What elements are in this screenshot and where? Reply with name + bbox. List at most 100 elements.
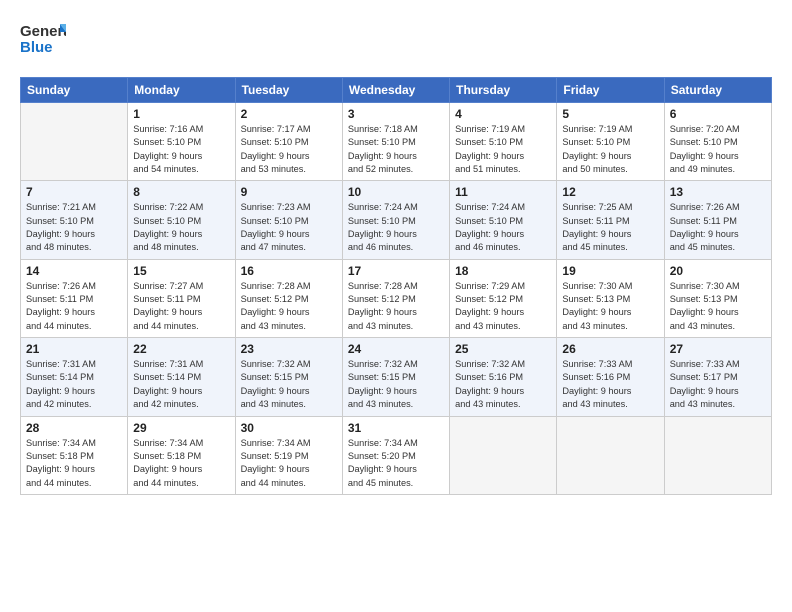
logo: General Blue bbox=[20, 18, 66, 67]
day-number: 2 bbox=[241, 107, 337, 121]
logo-icon: General Blue bbox=[20, 18, 66, 62]
day-info: Sunrise: 7:29 AMSunset: 5:12 PMDaylight:… bbox=[455, 280, 551, 333]
day-number: 14 bbox=[26, 264, 122, 278]
calendar-cell: 25Sunrise: 7:32 AMSunset: 5:16 PMDayligh… bbox=[450, 338, 557, 416]
calendar-cell: 28 Sunrise: 7:34 AMSunset: 5:18 PMDayligh… bbox=[21, 416, 128, 494]
day-info: Sunrise: 7:33 AMSunset: 5:17 PMDaylight:… bbox=[670, 358, 766, 411]
calendar-cell: 21Sunrise: 7:31 AMSunset: 5:14 PMDayligh… bbox=[21, 338, 128, 416]
day-info: Sunrise: 7:18 AMSunset: 5:10 PMDaylight:… bbox=[348, 123, 444, 176]
day-number: 28 bbox=[26, 421, 122, 435]
day-number: 3 bbox=[348, 107, 444, 121]
weekday-saturday: Saturday bbox=[664, 78, 771, 103]
calendar-cell: 31 Sunrise: 7:34 AMSunset: 5:20 PMDayligh… bbox=[342, 416, 449, 494]
day-info: Sunrise: 7:23 AMSunset: 5:10 PMDaylight:… bbox=[241, 201, 337, 254]
calendar-cell: 15 Sunrise: 7:27 AMSunset: 5:11 PMDayligh… bbox=[128, 259, 235, 337]
day-info: Sunrise: 7:30 AMSunset: 5:13 PMDaylight:… bbox=[670, 280, 766, 333]
calendar-cell: 14 Sunrise: 7:26 AMSunset: 5:11 PMDayligh… bbox=[21, 259, 128, 337]
calendar-cell: 30 Sunrise: 7:34 AMSunset: 5:19 PMDayligh… bbox=[235, 416, 342, 494]
day-info: Sunrise: 7:16 AMSunset: 5:10 PMDaylight:… bbox=[133, 123, 229, 176]
calendar-cell: 11 Sunrise: 7:24 AMSunset: 5:10 PMDayligh… bbox=[450, 181, 557, 259]
calendar-cell: 4 Sunrise: 7:19 AMSunset: 5:10 PMDaylight… bbox=[450, 103, 557, 181]
weekday-header-row: SundayMondayTuesdayWednesdayThursdayFrid… bbox=[21, 78, 772, 103]
week-row-1: 1 Sunrise: 7:16 AMSunset: 5:10 PMDaylight… bbox=[21, 103, 772, 181]
day-number: 13 bbox=[670, 185, 766, 199]
day-number: 26 bbox=[562, 342, 658, 356]
day-info: Sunrise: 7:27 AMSunset: 5:11 PMDaylight:… bbox=[133, 280, 229, 333]
calendar-cell: 16 Sunrise: 7:28 AMSunset: 5:12 PMDayligh… bbox=[235, 259, 342, 337]
day-number: 11 bbox=[455, 185, 551, 199]
day-info: Sunrise: 7:19 AMSunset: 5:10 PMDaylight:… bbox=[455, 123, 551, 176]
day-info: Sunrise: 7:34 AMSunset: 5:18 PMDaylight:… bbox=[26, 437, 122, 490]
day-number: 15 bbox=[133, 264, 229, 278]
weekday-sunday: Sunday bbox=[21, 78, 128, 103]
day-info: Sunrise: 7:26 AMSunset: 5:11 PMDaylight:… bbox=[670, 201, 766, 254]
weekday-tuesday: Tuesday bbox=[235, 78, 342, 103]
day-number: 27 bbox=[670, 342, 766, 356]
calendar-cell: 17 Sunrise: 7:28 AMSunset: 5:12 PMDayligh… bbox=[342, 259, 449, 337]
day-info: Sunrise: 7:26 AMSunset: 5:11 PMDaylight:… bbox=[26, 280, 122, 333]
day-number: 1 bbox=[133, 107, 229, 121]
weekday-monday: Monday bbox=[128, 78, 235, 103]
calendar-cell bbox=[664, 416, 771, 494]
day-number: 12 bbox=[562, 185, 658, 199]
calendar-cell: 6 Sunrise: 7:20 AMSunset: 5:10 PMDaylight… bbox=[664, 103, 771, 181]
day-info: Sunrise: 7:17 AMSunset: 5:10 PMDaylight:… bbox=[241, 123, 337, 176]
day-number: 7 bbox=[26, 185, 122, 199]
day-number: 6 bbox=[670, 107, 766, 121]
day-number: 10 bbox=[348, 185, 444, 199]
day-number: 30 bbox=[241, 421, 337, 435]
day-info: Sunrise: 7:34 AMSunset: 5:18 PMDaylight:… bbox=[133, 437, 229, 490]
calendar-cell: 27 Sunrise: 7:33 AMSunset: 5:17 PMDayligh… bbox=[664, 338, 771, 416]
calendar-cell: 9 Sunrise: 7:23 AMSunset: 5:10 PMDaylight… bbox=[235, 181, 342, 259]
day-info: Sunrise: 7:24 AMSunset: 5:10 PMDaylight:… bbox=[348, 201, 444, 254]
calendar-cell: 19Sunrise: 7:30 AMSunset: 5:13 PMDayligh… bbox=[557, 259, 664, 337]
day-info: Sunrise: 7:20 AMSunset: 5:10 PMDaylight:… bbox=[670, 123, 766, 176]
day-number: 9 bbox=[241, 185, 337, 199]
day-info: Sunrise: 7:34 AMSunset: 5:20 PMDaylight:… bbox=[348, 437, 444, 490]
day-info: Sunrise: 7:28 AMSunset: 5:12 PMDaylight:… bbox=[241, 280, 337, 333]
day-number: 16 bbox=[241, 264, 337, 278]
day-info: Sunrise: 7:33 AMSunset: 5:16 PMDaylight:… bbox=[562, 358, 658, 411]
calendar-cell: 22 Sunrise: 7:31 AMSunset: 5:14 PMDayligh… bbox=[128, 338, 235, 416]
svg-text:Blue: Blue bbox=[20, 39, 53, 56]
calendar-cell: 23Sunrise: 7:32 AMSunset: 5:15 PMDayligh… bbox=[235, 338, 342, 416]
calendar-cell: 13 Sunrise: 7:26 AMSunset: 5:11 PMDayligh… bbox=[664, 181, 771, 259]
day-number: 17 bbox=[348, 264, 444, 278]
day-number: 29 bbox=[133, 421, 229, 435]
day-info: Sunrise: 7:28 AMSunset: 5:12 PMDaylight:… bbox=[348, 280, 444, 333]
day-number: 22 bbox=[133, 342, 229, 356]
day-number: 25 bbox=[455, 342, 551, 356]
day-info: Sunrise: 7:21 AMSunset: 5:10 PMDaylight:… bbox=[26, 201, 122, 254]
week-row-2: 7 Sunrise: 7:21 AMSunset: 5:10 PMDaylight… bbox=[21, 181, 772, 259]
calendar-cell: 20 Sunrise: 7:30 AMSunset: 5:13 PMDayligh… bbox=[664, 259, 771, 337]
day-number: 18 bbox=[455, 264, 551, 278]
calendar-cell: 24 Sunrise: 7:32 AMSunset: 5:15 PMDayligh… bbox=[342, 338, 449, 416]
day-info: Sunrise: 7:31 AMSunset: 5:14 PMDaylight:… bbox=[133, 358, 229, 411]
page: General Blue SundayMondayTuesdayWednesda… bbox=[0, 0, 792, 612]
day-number: 5 bbox=[562, 107, 658, 121]
week-row-3: 14 Sunrise: 7:26 AMSunset: 5:11 PMDayligh… bbox=[21, 259, 772, 337]
calendar-cell bbox=[21, 103, 128, 181]
weekday-thursday: Thursday bbox=[450, 78, 557, 103]
calendar-cell: 26 Sunrise: 7:33 AMSunset: 5:16 PMDayligh… bbox=[557, 338, 664, 416]
weekday-friday: Friday bbox=[557, 78, 664, 103]
calendar: SundayMondayTuesdayWednesdayThursdayFrid… bbox=[20, 77, 772, 495]
calendar-cell: 18 Sunrise: 7:29 AMSunset: 5:12 PMDayligh… bbox=[450, 259, 557, 337]
day-number: 31 bbox=[348, 421, 444, 435]
calendar-cell: 10 Sunrise: 7:24 AMSunset: 5:10 PMDayligh… bbox=[342, 181, 449, 259]
day-number: 20 bbox=[670, 264, 766, 278]
day-number: 4 bbox=[455, 107, 551, 121]
day-info: Sunrise: 7:24 AMSunset: 5:10 PMDaylight:… bbox=[455, 201, 551, 254]
calendar-cell: 1 Sunrise: 7:16 AMSunset: 5:10 PMDaylight… bbox=[128, 103, 235, 181]
day-number: 24 bbox=[348, 342, 444, 356]
day-info: Sunrise: 7:25 AMSunset: 5:11 PMDaylight:… bbox=[562, 201, 658, 254]
calendar-cell: 8Sunrise: 7:22 AMSunset: 5:10 PMDaylight… bbox=[128, 181, 235, 259]
day-info: Sunrise: 7:34 AMSunset: 5:19 PMDaylight:… bbox=[241, 437, 337, 490]
day-info: Sunrise: 7:32 AMSunset: 5:15 PMDaylight:… bbox=[348, 358, 444, 411]
calendar-cell bbox=[557, 416, 664, 494]
day-info: Sunrise: 7:32 AMSunset: 5:15 PMDaylight:… bbox=[241, 358, 337, 411]
header: General Blue bbox=[20, 18, 772, 67]
calendar-cell: 5 Sunrise: 7:19 AMSunset: 5:10 PMDaylight… bbox=[557, 103, 664, 181]
day-info: Sunrise: 7:19 AMSunset: 5:10 PMDaylight:… bbox=[562, 123, 658, 176]
day-number: 21 bbox=[26, 342, 122, 356]
